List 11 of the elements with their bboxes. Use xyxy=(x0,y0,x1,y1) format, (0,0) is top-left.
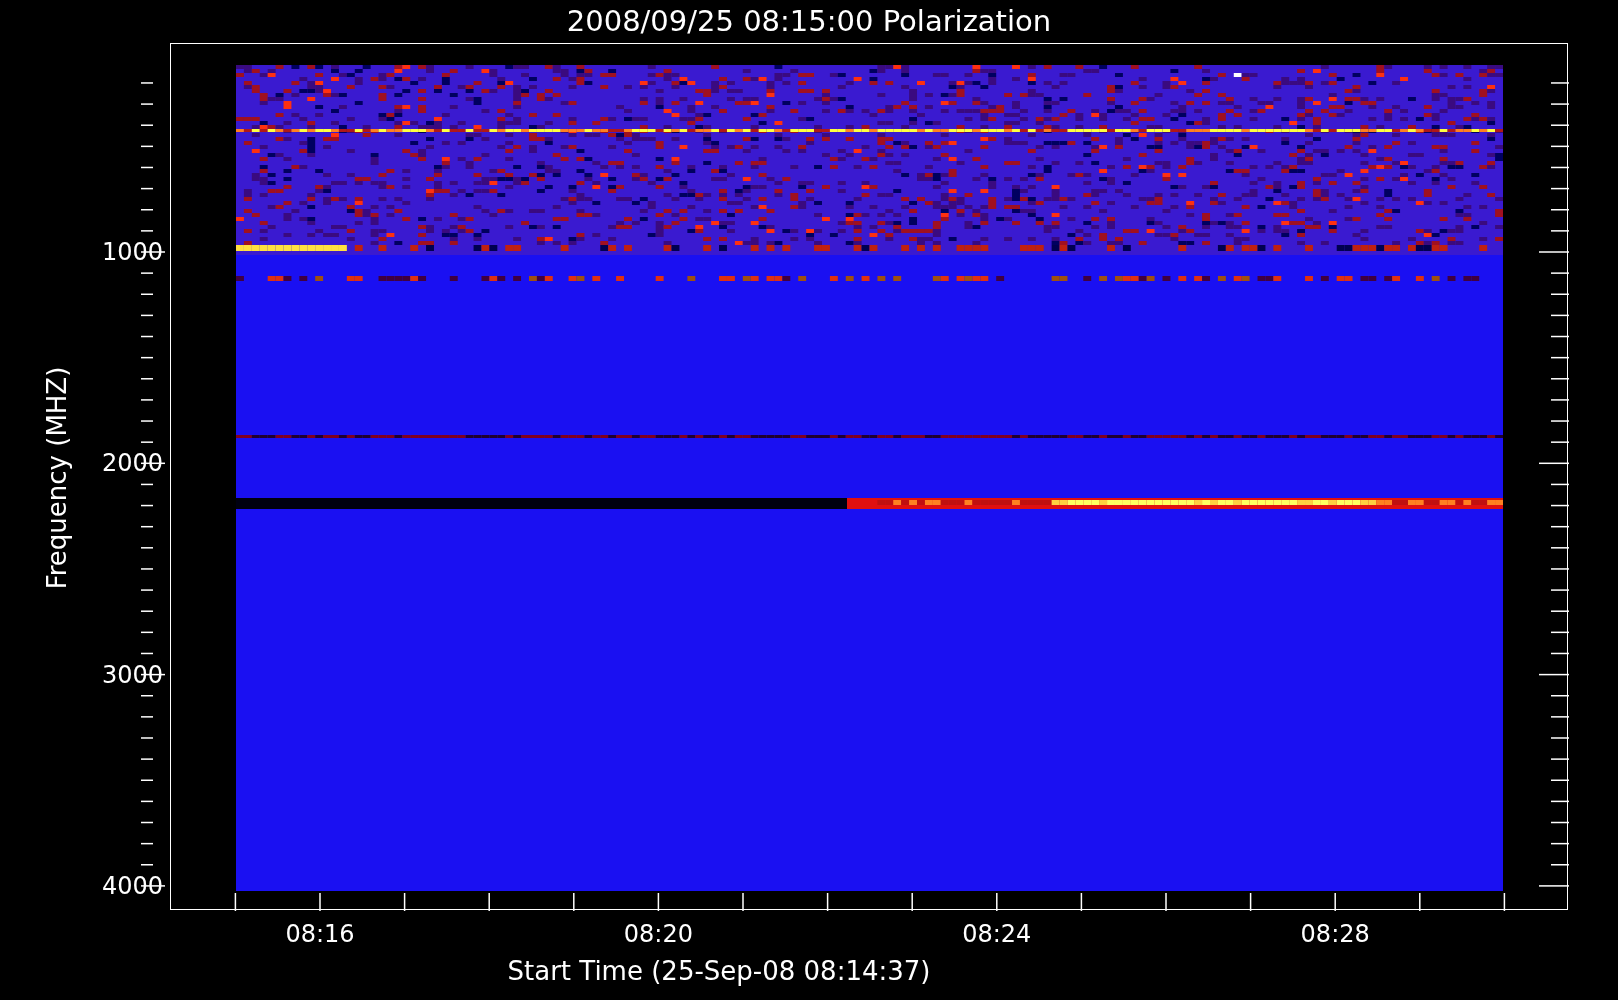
tick-label: 08:20 xyxy=(623,922,693,946)
chart-title: 2008/09/25 08:15:00 Polarization xyxy=(566,7,1052,36)
tick-label: 1000 xyxy=(101,240,163,264)
tick-label: 08:24 xyxy=(962,922,1032,946)
tick-label: 3000 xyxy=(101,662,163,687)
axis-label: Start Time (25-Sep-08 08:14:37) xyxy=(507,958,931,984)
tick-label: 08:28 xyxy=(1300,922,1370,946)
tick-label: 08:16 xyxy=(285,922,355,946)
tick-label: 4000 xyxy=(101,873,163,898)
tick-label: 2000 xyxy=(101,451,163,476)
axis-label: Frequency (MHZ) xyxy=(44,366,70,590)
